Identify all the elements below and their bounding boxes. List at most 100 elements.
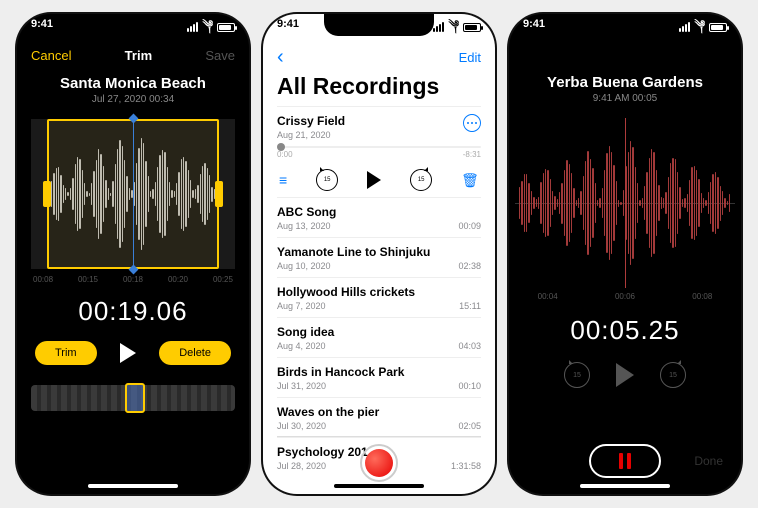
recording-row[interactable]: Yamanote Line to Shinjuku Aug 10, 2020 02:…	[277, 237, 481, 277]
more-button[interactable]	[463, 114, 481, 132]
row-duration: 00:10	[458, 381, 481, 391]
record-bar	[263, 436, 495, 482]
row-duration: 04:03	[458, 341, 481, 351]
row-date: Aug 21, 2020	[277, 130, 331, 140]
row-date: Aug 7, 2020	[277, 301, 326, 311]
waveform-trim[interactable]	[31, 119, 235, 269]
recording-row-expanded[interactable]: Crissy Field Aug 21, 2020 0:00 -8:31 ≡ 1…	[277, 106, 481, 197]
playback-screen: 9:41 ༆ Yerba Buena Gardens 9:41 AM 00:05…	[509, 14, 741, 494]
row-title: Song idea	[277, 325, 481, 339]
tick: 00:15	[78, 275, 98, 284]
recording-row[interactable]: Hollywood Hills crickets Aug 7, 2020 15:11	[277, 277, 481, 317]
trim-button[interactable]: Trim	[35, 341, 97, 365]
trim-handle-left[interactable]	[43, 181, 51, 207]
recording-title: Santa Monica Beach	[17, 75, 249, 92]
home-indicator[interactable]	[88, 484, 178, 488]
battery-icon	[217, 23, 235, 32]
notch	[78, 14, 188, 36]
recording-subtitle: Jul 27, 2020 00:34	[17, 94, 249, 105]
status-time: 9:41	[277, 18, 299, 36]
battery-icon	[709, 23, 727, 32]
skip-forward-button[interactable]: 15	[410, 169, 432, 191]
edit-button[interactable]: Edit	[459, 50, 481, 65]
row-duration: 02:05	[458, 421, 481, 431]
overview-scrubber[interactable]	[31, 385, 235, 411]
skip-back-button[interactable]: 15	[316, 169, 338, 191]
row-title: Yamanote Line to Shinjuku	[277, 245, 481, 259]
signal-icon	[187, 22, 198, 32]
cancel-button[interactable]: Cancel	[31, 48, 71, 63]
recording-subtitle: 9:41 AM 00:05	[509, 93, 741, 104]
home-indicator[interactable]	[580, 484, 670, 488]
tick: 00:08	[692, 292, 712, 301]
play-button[interactable]	[120, 343, 136, 363]
back-button[interactable]: ‹	[277, 46, 284, 69]
playhead[interactable]	[133, 119, 134, 269]
row-date: Jul 30, 2020	[277, 421, 326, 431]
home-indicator[interactable]	[334, 484, 424, 488]
notch	[570, 14, 680, 36]
options-icon[interactable]: ≡	[279, 172, 287, 188]
scrubber[interactable]: 0:00 -8:31	[277, 150, 481, 159]
signal-icon	[433, 22, 444, 32]
recordings-list-screen: 9:41 ༆ ‹ Edit All Recordings Crissy Fiel…	[263, 14, 495, 494]
recording-row[interactable]: ABC Song Aug 13, 2020 00:09	[277, 197, 481, 237]
row-title: ABC Song	[277, 205, 481, 219]
elapsed-time: 00:19.06	[17, 296, 249, 327]
battery-icon	[463, 23, 481, 32]
record-button[interactable]	[360, 444, 398, 482]
page-title: All Recordings	[263, 71, 495, 106]
wifi-icon: ༆	[202, 14, 213, 43]
play-button[interactable]	[616, 363, 634, 387]
row-duration: 00:09	[458, 221, 481, 231]
tick: 00:06	[615, 292, 635, 301]
row-date: Jul 31, 2020	[277, 381, 326, 391]
signal-icon	[679, 22, 690, 32]
row-title: Crissy Field	[277, 114, 481, 128]
row-date: Aug 13, 2020	[277, 221, 331, 231]
tick: 00:18	[123, 275, 143, 284]
trim-navbar: Cancel Trim Save	[17, 44, 249, 71]
tick: 00:25	[213, 275, 233, 284]
list-navbar: ‹ Edit	[263, 44, 495, 71]
recording-row[interactable]: Waves on the pier Jul 30, 2020 02:05	[277, 397, 481, 437]
scrub-remaining: -8:31	[463, 150, 481, 159]
status-time: 9:41	[31, 18, 53, 36]
save-button: Save	[205, 48, 235, 63]
skip-back-button[interactable]: 15	[564, 362, 590, 388]
tick: 00:04	[538, 292, 558, 301]
row-date: Aug 4, 2020	[277, 341, 326, 351]
wifi-icon: ༆	[448, 14, 459, 43]
pause-button[interactable]	[589, 444, 661, 478]
overview-window[interactable]	[125, 383, 145, 413]
row-date: Aug 10, 2020	[277, 261, 331, 271]
time-ticks: 00:08 00:15 00:18 00:20 00:25	[17, 275, 249, 284]
row-duration: 02:38	[458, 261, 481, 271]
play-button[interactable]	[367, 171, 381, 189]
recordings-list: Crissy Field Aug 21, 2020 0:00 -8:31 ≡ 1…	[263, 106, 495, 477]
trim-handle-right[interactable]	[215, 181, 223, 207]
recording-row[interactable]: Song idea Aug 4, 2020 04:03	[277, 317, 481, 357]
recording-row[interactable]: Birds in Hancock Park Jul 31, 2020 00:10	[277, 357, 481, 397]
wifi-icon: ༆	[694, 14, 705, 43]
row-title: Waves on the pier	[277, 405, 481, 419]
recording-title: Yerba Buena Gardens	[509, 74, 741, 91]
tick: 00:20	[168, 275, 188, 284]
status-time: 9:41	[523, 18, 545, 36]
playhead[interactable]	[625, 118, 626, 288]
notch	[324, 14, 434, 36]
done-button[interactable]: Done	[694, 454, 723, 468]
scrub-position: 0:00	[277, 150, 293, 159]
row-title: Birds in Hancock Park	[277, 365, 481, 379]
row-title: Hollywood Hills crickets	[277, 285, 481, 299]
waveform[interactable]	[515, 118, 735, 288]
row-duration: 15:11	[459, 301, 481, 311]
skip-forward-button[interactable]: 15	[660, 362, 686, 388]
scrub-thumb[interactable]	[277, 143, 285, 151]
nav-title: Trim	[125, 48, 152, 63]
delete-button[interactable]: Delete	[159, 341, 231, 365]
elapsed-time: 00:05.25	[509, 315, 741, 346]
time-ticks: 00:04 00:06 00:08	[509, 292, 741, 301]
trash-icon[interactable]: 🗑	[461, 172, 479, 189]
trim-screen: 9:41 ༆ Cancel Trim Save Santa Monica Bea…	[17, 14, 249, 494]
